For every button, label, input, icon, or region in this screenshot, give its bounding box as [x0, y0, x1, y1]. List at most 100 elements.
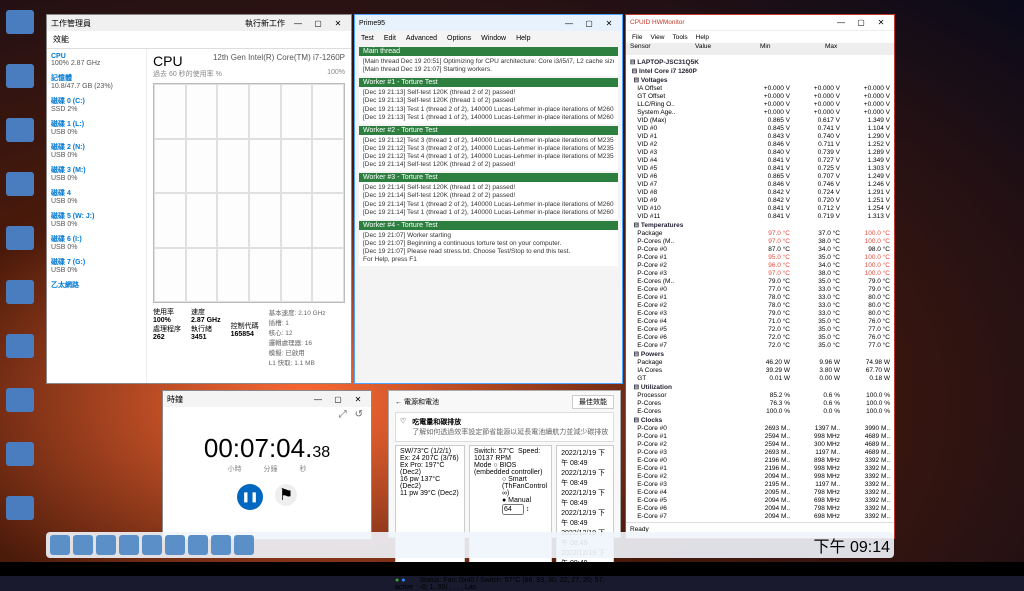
menu-help[interactable]: Help [516, 35, 530, 42]
maximize-icon[interactable]: ▢ [580, 17, 598, 29]
sensor-row[interactable]: E-Cores (M..79.0 °C35.0 °C79.0 °C [630, 277, 890, 285]
desktop-icon[interactable] [2, 388, 38, 424]
menu-advanced[interactable]: Advanced [406, 35, 437, 42]
desktop-icon[interactable] [2, 442, 38, 478]
desktop-icon[interactable] [2, 10, 38, 46]
sensor-row[interactable]: VID #10.843 V0.740 V1.290 V [630, 132, 890, 140]
sensor-row[interactable]: GT Offset+0.000 V+0.000 V+0.000 V [630, 92, 890, 100]
sensor-row[interactable]: E-Core #178.0 °C33.0 °C80.0 °C [630, 293, 890, 301]
sensor-row[interactable]: E-Core #22094 M..998 MHz3392 M.. [630, 472, 890, 480]
menu-options[interactable]: Options [447, 35, 471, 42]
best-perf-button[interactable]: 最佳效能 [572, 395, 614, 409]
maximize-icon[interactable]: ▢ [309, 17, 327, 29]
sidebar-item-disk0[interactable]: 磁碟 0 (C:)SSD 2% [51, 96, 142, 113]
sensor-row[interactable]: VID #00.845 V0.741 V1.104 V [630, 124, 890, 132]
sensor-row[interactable]: IA Offset+0.000 V+0.000 V+0.000 V [630, 84, 890, 92]
sidebar-item-disk7[interactable]: 磁碟 7 (G:)USB 0% [51, 257, 142, 274]
sensor-row[interactable]: Processor85.2 %0.6 %100.0 % [630, 391, 890, 399]
sensor-row[interactable]: E-Core #52094 M..698 MHz3392 M.. [630, 496, 890, 504]
sensor-row[interactable]: E-Core #672.0 °C35.0 °C76.0 °C [630, 333, 890, 341]
taskbar-app[interactable] [119, 535, 139, 555]
menu-file[interactable]: File [632, 34, 642, 41]
sensor-row[interactable]: P-Core #12594 M..998 MHz4689 M.. [630, 432, 890, 440]
sensor-row[interactable]: E-Core #278.0 °C33.0 °C80.0 °C [630, 301, 890, 309]
start-button[interactable] [50, 535, 70, 555]
sensor-row[interactable]: P-Cores (M..97.0 °C38.0 °C100.0 °C [630, 237, 890, 245]
sensor-row[interactable]: P-Core #195.0 °C35.0 °C100.0 °C [630, 253, 890, 261]
sensor-row[interactable]: VID #20.846 V0.711 V1.252 V [630, 140, 890, 148]
taskbar-app[interactable] [211, 535, 231, 555]
sensor-row[interactable]: VID #60.865 V0.707 V1.249 V [630, 172, 890, 180]
sidebar-item-disk2[interactable]: 磁碟 2 (N:)USB 0% [51, 142, 142, 159]
sensor-row[interactable]: IA Cores39.29 W3.80 W67.70 W [630, 366, 890, 374]
sensor-row[interactable]: P-Core #02693 M..1397 M..3990 M.. [630, 424, 890, 432]
maximize-icon[interactable]: ▢ [852, 17, 870, 29]
desktop-icon[interactable] [2, 172, 38, 208]
menu-edit[interactable]: Edit [384, 35, 396, 42]
close-icon[interactable]: ✕ [349, 393, 367, 405]
sensor-row[interactable]: E-Core #72094 M..698 MHz3392 M.. [630, 512, 890, 520]
minimize-icon[interactable]: — [309, 393, 327, 405]
sidebar-item-disk5[interactable]: 磁碟 5 (W: J:)USB 0% [51, 211, 142, 228]
taskbar-app[interactable] [142, 535, 162, 555]
sensor-row[interactable]: VID #70.846 V0.746 V1.246 V [630, 180, 890, 188]
sensor-row[interactable]: VID #110.841 V0.719 V1.313 V [630, 212, 890, 220]
sensor-row[interactable]: P-Core #397.0 °C38.0 °C100.0 °C [630, 269, 890, 277]
sensor-row[interactable]: P-Core #087.0 °C34.0 °C98.0 °C [630, 245, 890, 253]
desktop-icon[interactable] [2, 64, 38, 100]
maximize-icon[interactable]: ▢ [329, 393, 347, 405]
hwm-tree[interactable]: ⊟ LAPTOP-JSC31Q5K ⊟ Intel Core i7 1260P … [626, 55, 894, 522]
sensor-row[interactable]: GT0.01 W0.00 W0.18 W [630, 374, 890, 382]
sensor-row[interactable]: Package97.0 °C37.0 °C100.0 °C [630, 229, 890, 237]
sidebar-item-disk4[interactable]: 磁碟 4USB 0% [51, 188, 142, 205]
lap-button[interactable]: ⚑ [275, 484, 297, 506]
desktop-icon[interactable] [2, 226, 38, 262]
minimize-icon[interactable]: — [832, 17, 850, 29]
sensor-row[interactable]: E-Core #42095 M..798 MHz3392 M.. [630, 488, 890, 496]
close-icon[interactable]: ✕ [329, 17, 347, 29]
taskbar-app[interactable] [96, 535, 116, 555]
sidebar-item-disk6[interactable]: 磁碟 6 (I:)USB 0% [51, 234, 142, 251]
menu-tools[interactable]: Tools [672, 34, 687, 41]
desktop-icon[interactable] [2, 118, 38, 154]
sensor-row[interactable]: VID (Max)0.865 V0.617 V1.349 V [630, 116, 890, 124]
sensor-row[interactable]: E-Core #772.0 °C35.0 °C77.0 °C [630, 341, 890, 349]
timer-titlebar[interactable]: 時鐘 —▢✕ [163, 391, 371, 407]
sensor-row[interactable]: P-Core #22594 M..300 MHz4689 M.. [630, 440, 890, 448]
taskmgr-titlebar[interactable]: 工作管理員 執行新工作 —▢✕ [47, 15, 351, 31]
sensor-row[interactable]: VID #80.842 V0.724 V1.291 V [630, 188, 890, 196]
close-icon[interactable]: ✕ [600, 17, 618, 29]
tray-time[interactable]: 下午 09:14 [814, 533, 891, 557]
sensor-row[interactable]: E-Core #379.0 °C33.0 °C80.0 °C [630, 309, 890, 317]
sidebar-item-cpu[interactable]: CPU100% 2.87 GHz [51, 53, 142, 67]
taskbar-app[interactable] [234, 535, 254, 555]
sensor-row[interactable]: E-Core #32195 M..1197 M..3392 M.. [630, 480, 890, 488]
tab-performance[interactable]: 效能 [53, 34, 69, 45]
sidebar-item-disk1[interactable]: 磁碟 1 (L:)USB 0% [51, 119, 142, 136]
sidebar-item-mem[interactable]: 記憶體10.8/47.7 GB (23%) [51, 73, 142, 90]
sensor-row[interactable]: P-Core #296.0 °C34.0 °C100.0 °C [630, 261, 890, 269]
sensor-row[interactable]: E-Core #62094 M..798 MHz3392 M.. [630, 504, 890, 512]
sensor-row[interactable]: VID #90.842 V0.720 V1.251 V [630, 196, 890, 204]
menu-test[interactable]: Test [361, 35, 374, 42]
sidebar-item-disk3[interactable]: 磁碟 3 (M:)USB 0% [51, 165, 142, 182]
menu-help[interactable]: Help [696, 34, 709, 41]
tree-cpu[interactable]: ⊟ Intel Core i7 1260P [630, 66, 890, 75]
taskbar-app[interactable] [73, 535, 93, 555]
worker-header[interactable]: Worker #3 - Torture Test [359, 173, 618, 182]
desktop-icon[interactable] [2, 496, 38, 532]
sensor-row[interactable]: P-Core #32693 M..1197 M..4689 M.. [630, 448, 890, 456]
worker-header[interactable]: Worker #4 - Torture Test [359, 221, 618, 230]
minimize-icon[interactable]: — [289, 17, 307, 29]
desktop-icon[interactable] [2, 334, 38, 370]
expand-icon[interactable]: ⤢ [339, 409, 347, 425]
sensor-row[interactable]: E-Core #12196 M..998 MHz3392 M.. [630, 464, 890, 472]
hwm-titlebar[interactable]: CPUID HWMonitor —▢✕ [626, 15, 894, 31]
sensor-row[interactable]: E-Core #077.0 °C33.0 °C79.0 °C [630, 285, 890, 293]
taskbar-app[interactable] [165, 535, 185, 555]
menu-window[interactable]: Window [481, 35, 506, 42]
desktop-icon[interactable] [2, 280, 38, 316]
sensor-row[interactable]: E-Core #572.0 °C35.0 °C77.0 °C [630, 325, 890, 333]
sensor-row[interactable]: VID #30.840 V0.739 V1.289 V [630, 148, 890, 156]
taskbar[interactable]: 下午 09:14 [46, 532, 894, 558]
